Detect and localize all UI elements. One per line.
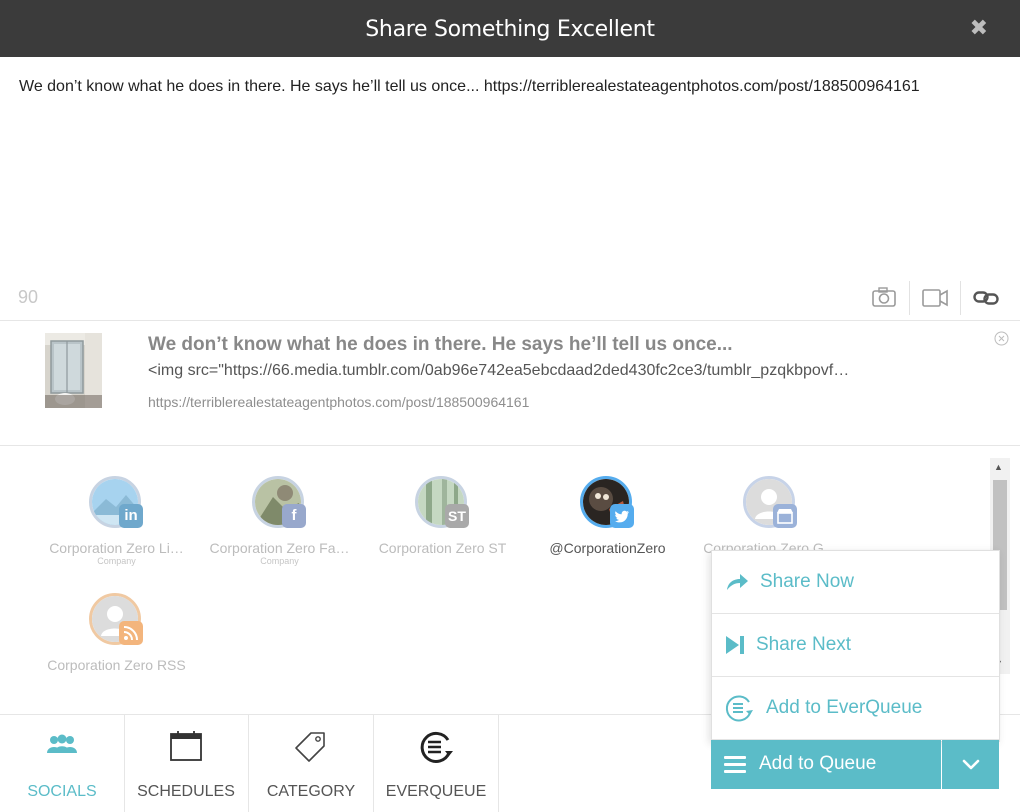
link-icon[interactable] (973, 280, 999, 316)
share-arrow-icon (724, 570, 750, 594)
share-options-menu: Share Now Share Next Add to EverQueue (711, 550, 1000, 742)
chevron-down-icon (961, 755, 981, 775)
tab-category[interactable]: CATEGORY (249, 715, 374, 812)
divider (0, 320, 1020, 321)
skip-next-icon (724, 633, 750, 657)
preview-title: We don’t know what he does in there. He … (148, 334, 733, 355)
compose-textarea[interactable]: We don’t know what he does in there. He … (19, 78, 1009, 96)
tab-schedules[interactable]: SCHEDULES (124, 715, 249, 812)
calendar-icon (168, 729, 204, 765)
google-my-business-icon (773, 504, 797, 528)
social-account-name: Corporation Zero Fa… (209, 540, 350, 556)
tab-socials[interactable]: SOCIALS (0, 715, 125, 812)
tag-icon (293, 729, 329, 765)
tab-label: SOCIALS (27, 783, 97, 800)
tab-label: EVERQUEUE (385, 783, 487, 800)
scroll-up-icon[interactable]: ▲ (994, 462, 1003, 472)
tab-everqueue[interactable]: EVERQUEUE (374, 715, 499, 812)
dialog-titlebar: Share Something Excellent ✖ (0, 0, 1020, 57)
preview-thumbnail (45, 333, 102, 408)
everqueue-icon (418, 729, 454, 765)
facebook-icon: f (282, 504, 306, 528)
share-now-option[interactable]: Share Now (712, 551, 999, 614)
users-icon (44, 729, 80, 765)
tab-label: SCHEDULES (137, 783, 235, 800)
preview-url: https://terriblerealestateagentphotos.co… (148, 394, 530, 410)
add-to-everqueue-option[interactable]: Add to EverQueue (712, 677, 999, 740)
rss-icon (119, 621, 143, 645)
social-account-type: Company (260, 556, 299, 566)
social-account-name: Corporation Zero Li… (49, 540, 184, 556)
close-icon[interactable]: ✖ (970, 17, 988, 39)
preview-description: <img src="https://66.media.tumblr.com/0a… (148, 362, 850, 379)
video-icon[interactable] (921, 280, 949, 316)
everqueue-icon (724, 693, 754, 723)
social-account-name: Corporation Zero ST (378, 540, 507, 556)
add-to-queue-label: Add to Queue (759, 753, 877, 774)
menu-icon (723, 752, 747, 776)
share-now-label: Share Now (760, 571, 854, 592)
social-account-type: Company (97, 556, 136, 566)
social-account-name: Corporation Zero RSS (47, 657, 186, 673)
toolbar-divider (960, 281, 961, 315)
social-account-name: @CorporationZero (549, 540, 666, 556)
share-next-label: Share Next (756, 634, 852, 655)
divider (0, 445, 1020, 446)
tab-label: CATEGORY (266, 783, 356, 800)
character-count: 90 (18, 287, 39, 307)
share-options-toggle[interactable] (942, 740, 999, 789)
toolbar-divider (909, 281, 910, 315)
dialog-title: Share Something Excellent (365, 17, 655, 42)
share-next-option[interactable]: Share Next (712, 614, 999, 677)
add-to-queue-button[interactable]: Add to Queue (711, 740, 941, 789)
add-to-everqueue-label: Add to EverQueue (766, 697, 923, 718)
twitter-icon (610, 504, 634, 528)
camera-icon[interactable] (871, 280, 897, 316)
linkedin-icon: in (119, 504, 143, 528)
remove-preview-icon[interactable] (994, 331, 1009, 346)
st-icon: ST (445, 504, 469, 528)
